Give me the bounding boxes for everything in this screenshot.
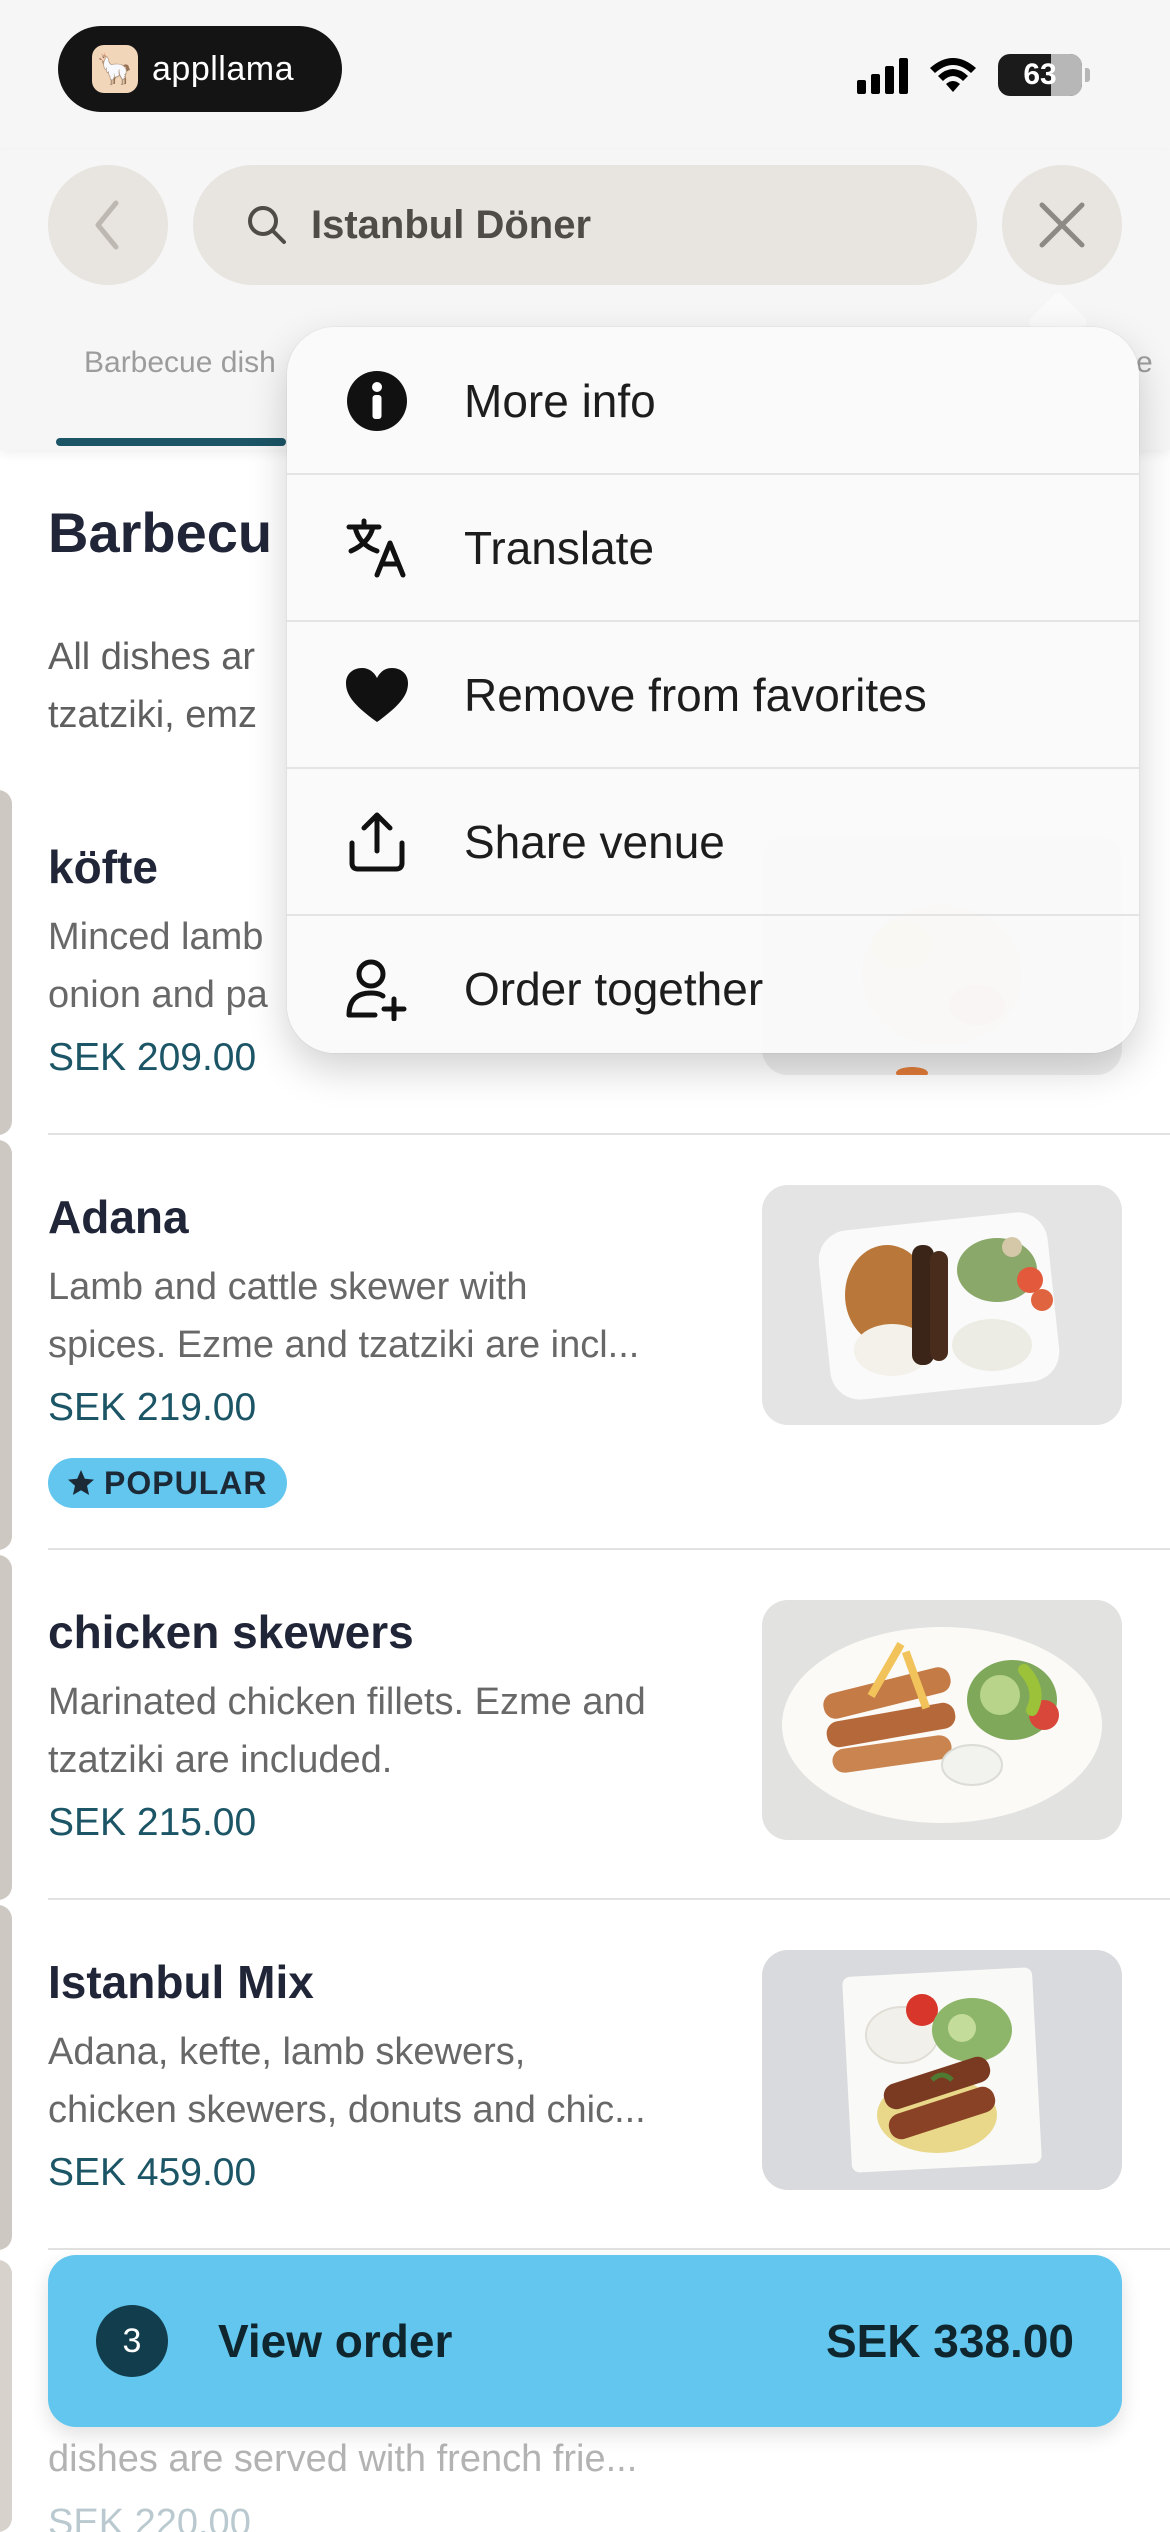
item-divider xyxy=(48,1898,1170,1900)
active-tab-indicator xyxy=(56,438,286,446)
heart-icon xyxy=(332,655,422,735)
tab-barbecue[interactable]: Barbecue dish xyxy=(84,346,276,380)
item-name: Istanbul Mix xyxy=(48,1956,314,2008)
item-description-line: chicken skewers, donuts and chic... xyxy=(48,2089,646,2131)
order-count-badge: 3 xyxy=(96,2305,168,2377)
item-description-line: Lamb and cattle skewer with xyxy=(48,1266,528,1308)
item-name: köfte xyxy=(48,841,158,893)
item-image-chicken-skewers xyxy=(762,1600,1122,1840)
add-person-icon xyxy=(332,949,422,1029)
item-image-istanbul-mix xyxy=(762,1950,1122,2190)
menu-item-label: More info xyxy=(464,374,656,427)
item-price: SEK 215.00 xyxy=(48,1801,257,1844)
section-title: Barbecu xyxy=(48,501,273,564)
status-indicators: 63 xyxy=(857,52,1090,98)
menu-item-label: Remove from favorites xyxy=(464,668,927,721)
menu-item-chicken-skewers[interactable]: chicken skewers Marinated chicken fillet… xyxy=(0,1555,1170,1900)
back-button[interactable] xyxy=(48,165,168,285)
menu-item-adana[interactable]: Adana Lamb and cattle skewer with spices… xyxy=(0,1140,1170,1550)
menu-item-label: Order together xyxy=(464,962,764,1015)
search-icon xyxy=(248,206,286,244)
search-bar[interactable]: Istanbul Döner xyxy=(193,165,977,285)
menu-item-label: Share venue xyxy=(464,815,725,868)
item-edge xyxy=(0,1140,12,1550)
search-text: Istanbul Döner xyxy=(311,202,592,247)
item-divider xyxy=(48,1133,1170,1135)
info-icon xyxy=(332,361,422,441)
view-order-label: View order xyxy=(218,2315,453,2367)
llama-logo-icon: 🦙 xyxy=(92,45,138,93)
menu-remove-favorites[interactable]: Remove from favorites xyxy=(287,621,1139,768)
menu-item-label: Translate xyxy=(464,521,655,574)
view-order-button[interactable]: 3 View order SEK 338.00 xyxy=(48,2255,1122,2427)
context-menu: More info Translate Remove from favorite… xyxy=(287,327,1139,1053)
cellular-signal-icon xyxy=(857,56,908,94)
item-divider xyxy=(48,1548,1170,1550)
close-icon xyxy=(1039,202,1085,248)
item-description-line: spices. Ezme and tzatziki are incl... xyxy=(48,1324,640,1366)
close-button[interactable] xyxy=(1002,165,1122,285)
item-price: SEK 219.00 xyxy=(48,1386,257,1429)
item-edge xyxy=(0,1555,12,1900)
menu-item-istanbul-mix[interactable]: Istanbul Mix Adana, kefte, lamb skewers,… xyxy=(0,1905,1170,2250)
item-description-line: Marinated chicken fillets. Ezme and xyxy=(48,1681,646,1723)
item-edge xyxy=(0,1905,12,2250)
status-bar: 🦙 appllama 63 xyxy=(0,0,1170,150)
battery-indicator: 63 xyxy=(998,54,1082,96)
star-icon xyxy=(68,1470,94,1495)
item-edge xyxy=(0,790,12,1135)
translate-icon xyxy=(332,508,422,588)
item-description: Marinated chicken fillets. Ezme and tzat… xyxy=(48,1673,748,1789)
chevron-left-icon xyxy=(95,200,119,250)
item-description-line: tzatziki are included. xyxy=(48,1739,393,1781)
popular-badge: POPULAR xyxy=(48,1458,288,1508)
item-price: SEK 209.00 xyxy=(48,1036,257,1079)
battery-tip xyxy=(1085,68,1090,82)
app-name: appllama xyxy=(152,49,294,88)
item-divider xyxy=(48,2248,1170,2250)
menu-more-info[interactable]: More info xyxy=(287,327,1139,474)
order-total: SEK 338.00 xyxy=(825,2315,1074,2367)
item-name: Adana xyxy=(48,1191,189,1243)
menu-order-together[interactable]: Order together xyxy=(287,915,1139,1053)
item-edge xyxy=(0,2260,12,2532)
item-description: Adana, kefte, lamb skewers, chicken skew… xyxy=(48,2023,748,2139)
badge-label: POPULAR xyxy=(104,1464,268,1501)
app-switch-pill[interactable]: 🦙 appllama xyxy=(58,26,342,112)
menu-translate[interactable]: Translate xyxy=(287,474,1139,621)
menu-share-venue[interactable]: Share venue xyxy=(287,768,1139,915)
partial-item-description: dishes are served with french frie... xyxy=(48,2438,638,2480)
share-icon xyxy=(332,802,422,882)
item-description-line: Adana, kefte, lamb skewers, xyxy=(48,2031,526,2073)
wifi-icon xyxy=(930,58,976,92)
battery-percent: 63 xyxy=(1023,58,1057,91)
partial-item-price: SEK 220.00 xyxy=(48,2502,251,2532)
item-price: SEK 459.00 xyxy=(48,2151,257,2194)
item-name: chicken skewers xyxy=(48,1606,414,1658)
item-description: Lamb and cattle skewer with spices. Ezme… xyxy=(48,1258,748,1374)
item-image-adana xyxy=(762,1185,1122,1425)
